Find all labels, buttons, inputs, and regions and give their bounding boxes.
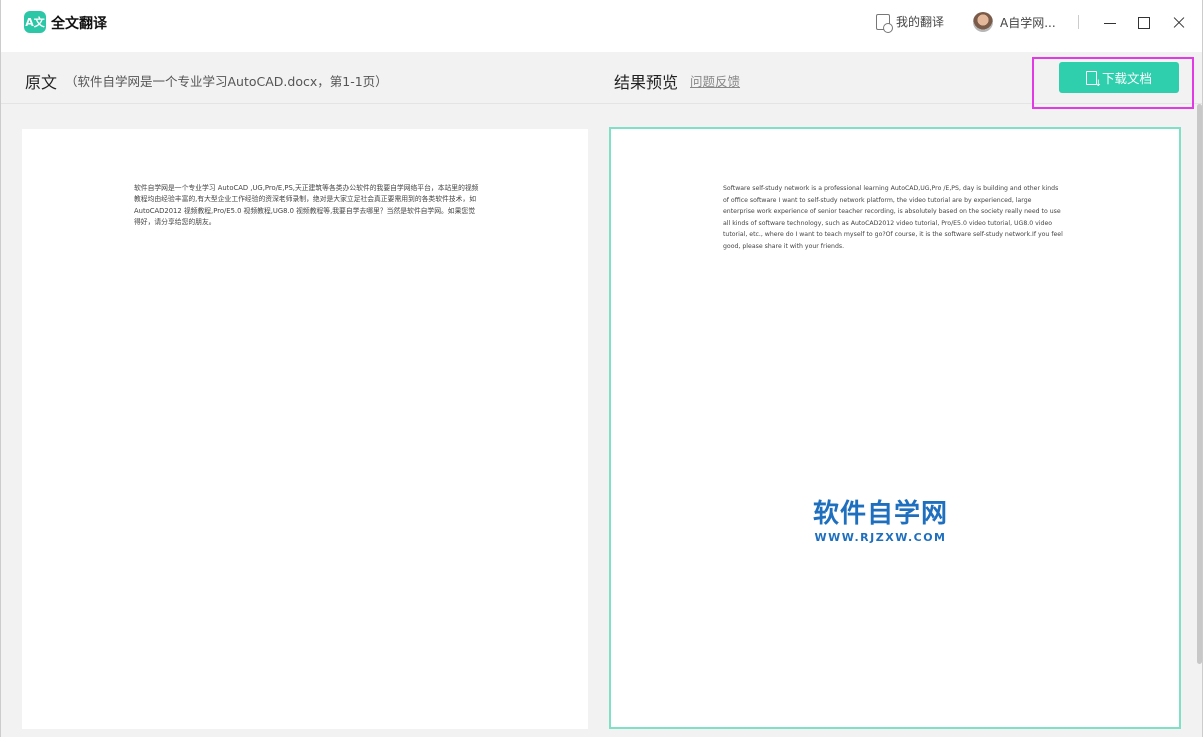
download-document-button[interactable]: 下载文档 <box>1059 62 1179 93</box>
title-bar: A文 全文翻译 我的翻译 A自学网... <box>1 0 1202 52</box>
app-title: 全文翻译 <box>51 13 107 33</box>
app-window: A文 全文翻译 我的翻译 A自学网... 原文 （软件自学网是一个专业学习Aut… <box>0 0 1203 737</box>
download-file-icon <box>1086 71 1097 85</box>
result-preview-label: 结果预览 <box>614 69 678 93</box>
my-translations-label: 我的翻译 <box>896 13 944 30</box>
user-name: A自学网... <box>1000 14 1056 31</box>
translate-logo-icon: A文 <box>24 11 46 33</box>
original-file-info: （软件自学网是一个专业学习AutoCAD.docx，第1-1页） <box>65 71 388 90</box>
watermark-logo: 软件自学网 WWW.RJZXW.COM <box>813 499 948 544</box>
user-menu[interactable]: A自学网... <box>973 12 1056 32</box>
watermark-name: 软件自学网 <box>813 499 948 529</box>
panel-header: 原文 （软件自学网是一个专业学习AutoCAD.docx，第1-1页） 结果预览… <box>1 52 1202 104</box>
original-label: 原文 <box>25 69 57 93</box>
original-text: 软件自学网是一个专业学习 AutoCAD ,UG,Pro/E,PS,天正建筑等各… <box>134 183 479 229</box>
original-document-page[interactable]: 软件自学网是一个专业学习 AutoCAD ,UG,Pro/E,PS,天正建筑等各… <box>22 129 588 729</box>
translated-text: Software self-study network is a profess… <box>723 183 1063 253</box>
maximize-button[interactable] <box>1134 12 1154 32</box>
feedback-link[interactable]: 问题反馈 <box>690 71 740 90</box>
history-icon <box>876 14 890 30</box>
minimize-button[interactable] <box>1100 12 1120 32</box>
translated-document-page[interactable]: Software self-study network is a profess… <box>609 127 1181 729</box>
watermark-url: WWW.RJZXW.COM <box>813 531 948 544</box>
close-button[interactable] <box>1169 12 1189 32</box>
my-translations-button[interactable]: 我的翻译 <box>876 13 944 30</box>
scrollbar-thumb[interactable] <box>1197 104 1202 664</box>
divider <box>1078 15 1079 29</box>
scrollbar[interactable] <box>1196 104 1202 729</box>
avatar <box>973 12 993 32</box>
bottom-strip <box>1 729 1202 737</box>
download-button-label: 下载文档 <box>1102 68 1152 87</box>
